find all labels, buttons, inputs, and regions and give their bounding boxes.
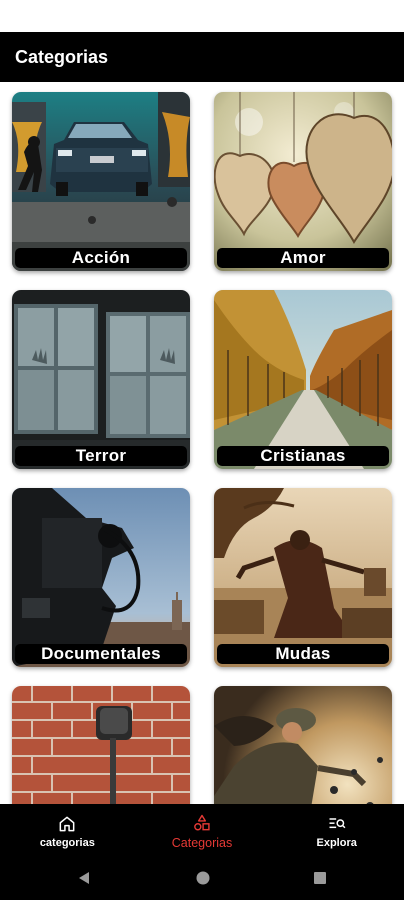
home-icon	[59, 816, 75, 831]
bottom-navigation: categorias Categorias Explora	[0, 804, 404, 858]
love-hearts-image	[214, 92, 392, 271]
category-card-documentales[interactable]: Documentales	[12, 488, 190, 667]
horror-window-image	[12, 290, 190, 469]
category-card-accion[interactable]: Acción	[12, 92, 190, 271]
search-list-icon	[329, 817, 346, 828]
category-label: Mudas	[217, 644, 389, 664]
shapes-icon	[194, 814, 210, 830]
action-car-image	[12, 92, 190, 271]
tree-road-image	[214, 290, 392, 469]
silent-film-image	[214, 488, 392, 667]
brick-microphone-image	[12, 686, 190, 804]
category-card-terror[interactable]: Terror	[12, 290, 190, 469]
system-navigation-bar	[0, 858, 404, 900]
war-soldier-image	[214, 686, 392, 804]
category-card-8[interactable]	[214, 686, 392, 804]
status-bar	[0, 0, 404, 32]
nav-label: categorias	[39, 836, 95, 849]
camera-city-image	[12, 488, 190, 667]
category-label: Documentales	[15, 644, 187, 664]
category-card-7[interactable]	[12, 686, 190, 804]
nav-item-categorias-home[interactable]: categorias	[0, 804, 135, 858]
category-grid: Acción Amor Terror Cristianas Documental…	[0, 82, 404, 804]
nav-item-categorias[interactable]: Categorias	[135, 804, 270, 858]
category-card-mudas[interactable]: Mudas	[214, 488, 392, 667]
category-label: Acción	[15, 248, 187, 268]
page-title: Categorias	[15, 46, 109, 67]
home-icon[interactable]	[195, 870, 211, 886]
app-bar: Categorias	[0, 32, 404, 82]
category-label: Cristianas	[217, 446, 389, 466]
back-icon[interactable]	[76, 870, 92, 886]
category-card-cristianas[interactable]: Cristianas	[214, 290, 392, 469]
nav-item-explora[interactable]: Explora	[269, 804, 404, 858]
recents-icon[interactable]	[312, 870, 328, 886]
nav-label: Explora	[316, 836, 357, 849]
category-label: Terror	[15, 446, 187, 466]
category-card-amor[interactable]: Amor	[214, 92, 392, 271]
nav-label: Categorias	[171, 835, 233, 850]
category-label: Amor	[217, 248, 389, 268]
